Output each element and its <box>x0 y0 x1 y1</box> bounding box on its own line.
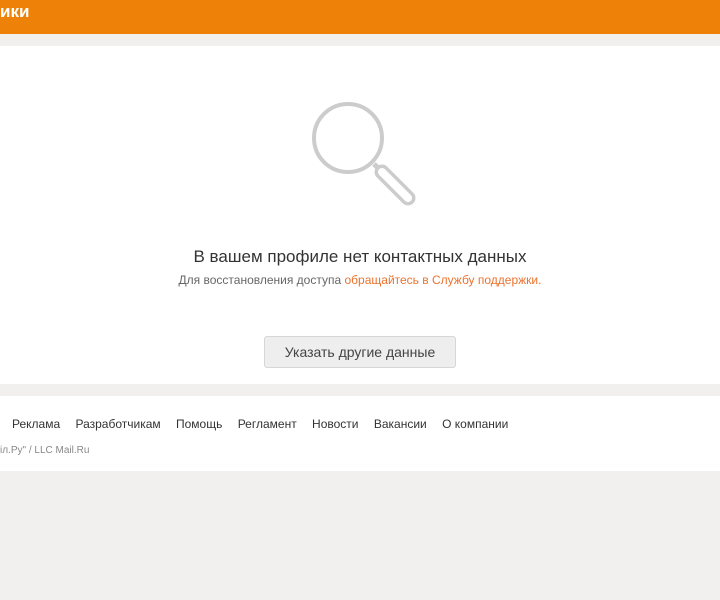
empty-state-message: Для восстановления доступа обращайтесь в… <box>0 272 720 288</box>
copyright: іл.Ру" / LLC Mail.Ru <box>0 445 90 456</box>
footer-link-rules[interactable]: Регламент <box>238 417 297 431</box>
footer-nav: Реклама Разработчикам Помощь Регламент Н… <box>12 416 520 432</box>
page-title: ики <box>0 2 30 21</box>
footer-link-developers[interactable]: Разработчикам <box>75 417 160 431</box>
empty-state-heading: В вашем профиле нет контактных данных <box>193 247 527 266</box>
footer-link-help[interactable]: Помощь <box>176 417 222 431</box>
empty-state-card: В вашем профиле нет контактных данных Дл… <box>0 46 720 384</box>
footer-link-about[interactable]: О компании <box>442 417 508 431</box>
other-data-button[interactable]: Указать другие данные <box>264 336 456 368</box>
footer-link-ads[interactable]: Реклама <box>12 417 60 431</box>
top-bar: ики <box>0 0 720 34</box>
message-text: Для восстановления доступа <box>178 273 345 287</box>
footer-link-news[interactable]: Новости <box>312 417 358 431</box>
footer: Реклама Разработчикам Помощь Регламент Н… <box>0 396 720 471</box>
search-icon <box>312 102 416 206</box>
footer-link-jobs[interactable]: Вакансии <box>374 417 427 431</box>
support-link[interactable]: обращайтесь в Службу поддержки. <box>345 273 542 287</box>
